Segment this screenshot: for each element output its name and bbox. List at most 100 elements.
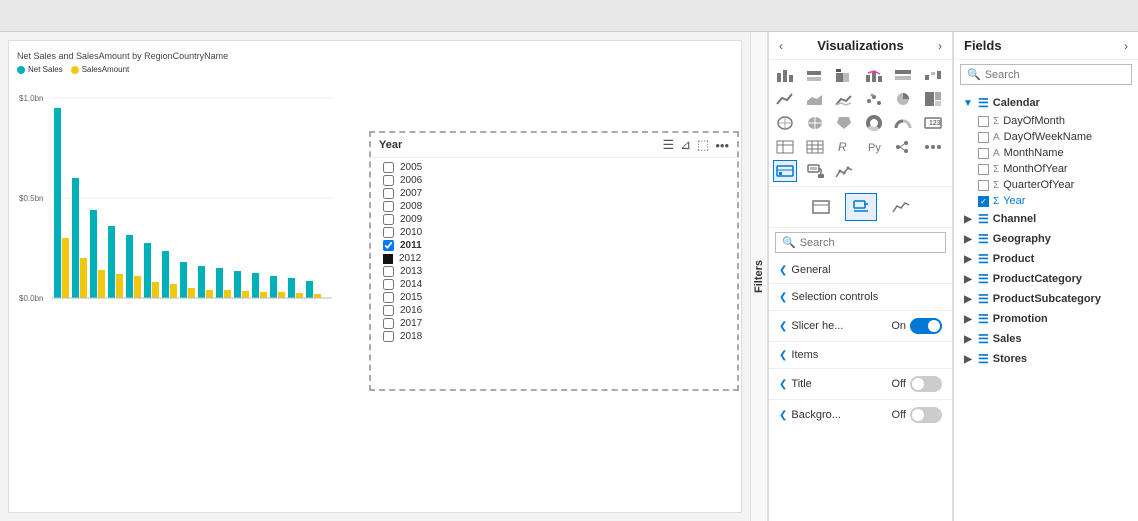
field-group-sales-header[interactable]: ▶ ☰ Sales: [954, 329, 1138, 349]
field-group-calendar-header[interactable]: ▼ ☰ Calendar: [954, 93, 1138, 113]
viz-panel-back-arrow[interactable]: ‹: [779, 39, 783, 53]
slicer-item-2016[interactable]: 2016: [383, 305, 725, 316]
viz-icon-treemap[interactable]: [921, 88, 945, 110]
field-group-productcategory-header[interactable]: ▶ ☰ ProductCategory: [954, 269, 1138, 289]
fields-panel-expand-icon[interactable]: ›: [1124, 39, 1128, 53]
slicer-checkbox-2011[interactable]: [383, 240, 394, 251]
field-group-stores: ▶ ☰ Stores: [954, 349, 1138, 369]
slicer-checkbox-2016[interactable]: [383, 305, 394, 316]
viz-icon-donut[interactable]: [862, 112, 886, 134]
slicer-checkbox-2005[interactable]: [383, 162, 394, 173]
sigma-year: Σ: [993, 196, 999, 207]
viz-icon-pie[interactable]: [891, 88, 915, 110]
checkbox-year[interactable]: ✓: [978, 196, 989, 207]
viz-icon-line-bar[interactable]: [862, 64, 886, 86]
checkbox-quarterofyear[interactable]: [978, 180, 989, 191]
field-item-quarterofyear[interactable]: Σ QuarterOfYear: [954, 177, 1138, 193]
slicer-more-icon[interactable]: •••: [715, 138, 729, 153]
viz-icon-paint-roller[interactable]: [803, 160, 827, 182]
slicer-item-2012[interactable]: 2012: [383, 253, 725, 264]
viz-tab-format[interactable]: [845, 193, 877, 221]
viz-icon-bar[interactable]: [773, 64, 797, 86]
viz-icon-ribbon[interactable]: [832, 88, 856, 110]
viz-icon-scatter[interactable]: [862, 88, 886, 110]
slicer-item-2014[interactable]: 2014: [383, 279, 725, 290]
field-item-monthname[interactable]: A MonthName: [954, 145, 1138, 161]
field-group-channel-header[interactable]: ▶ ☰ Channel: [954, 209, 1138, 229]
background-toggle[interactable]: [910, 407, 942, 423]
viz-icon-table[interactable]: [773, 136, 797, 158]
format-items-row[interactable]: ❮ Items: [769, 344, 952, 366]
slicer-checkbox-2018[interactable]: [383, 331, 394, 342]
viz-icon-area[interactable]: [803, 88, 827, 110]
slicer-checkbox-2010[interactable]: [383, 227, 394, 238]
format-background-row[interactable]: ❮ Backgro... Off: [769, 402, 952, 428]
viz-icon-line[interactable]: [773, 88, 797, 110]
slicer-item-2018[interactable]: 2018: [383, 331, 725, 342]
format-general-row[interactable]: ❮ General: [769, 259, 952, 281]
format-title-row[interactable]: ❮ Title Off: [769, 371, 952, 397]
checkbox-monthname[interactable]: [978, 148, 989, 159]
checkbox-dayofmonth[interactable]: [978, 116, 989, 127]
slicer-checkbox-2017[interactable]: [383, 318, 394, 329]
field-item-monthofyear[interactable]: Σ MonthOfYear: [954, 161, 1138, 177]
slicer-checkbox-2015[interactable]: [383, 292, 394, 303]
viz-tab-fields[interactable]: [805, 193, 837, 221]
checkbox-monthofyear[interactable]: [978, 164, 989, 175]
title-toggle[interactable]: [910, 376, 942, 392]
slicer-checkbox-2006[interactable]: [383, 175, 394, 186]
viz-icon-gauge[interactable]: [891, 112, 915, 134]
slicer-item-2011[interactable]: 2011: [383, 240, 725, 251]
slicer-header-toggle[interactable]: [910, 318, 942, 334]
slicer-item-2015[interactable]: 2015: [383, 292, 725, 303]
slicer-filter-icon[interactable]: ⊿: [680, 137, 691, 153]
viz-icon-matrix[interactable]: [803, 136, 827, 158]
filters-panel[interactable]: Filters: [750, 32, 768, 521]
field-group-productsubcategory-header[interactable]: ▶ ☰ ProductSubcategory: [954, 289, 1138, 309]
slicer-checkbox-2014[interactable]: [383, 279, 394, 290]
viz-icon-100pct-bar[interactable]: [891, 64, 915, 86]
svg-text:$0.5bn: $0.5bn: [19, 194, 43, 203]
viz-icon-analytics[interactable]: [832, 160, 856, 182]
format-selection-row[interactable]: ❮ Selection controls: [769, 286, 952, 308]
viz-icon-slicer[interactable]: [773, 160, 797, 182]
slicer-checkbox-2013[interactable]: [383, 266, 394, 277]
viz-icon-more[interactable]: [921, 136, 945, 158]
slicer-item-2008[interactable]: 2008: [383, 201, 725, 212]
viz-icon-column[interactable]: [803, 64, 827, 86]
viz-icon-stacked-bar[interactable]: [832, 64, 856, 86]
slicer-item-2007[interactable]: 2007: [383, 188, 725, 199]
viz-icon-shape-map[interactable]: [832, 112, 856, 134]
fields-search-input[interactable]: [985, 69, 1127, 81]
field-group-stores-header[interactable]: ▶ ☰ Stores: [954, 349, 1138, 369]
slicer-item-2005[interactable]: 2005: [383, 162, 725, 173]
viz-icon-card[interactable]: 123: [921, 112, 945, 134]
field-group-geography-header[interactable]: ▶ ☰ Geography: [954, 229, 1138, 249]
slicer-checkbox-2007[interactable]: [383, 188, 394, 199]
field-group-product-header[interactable]: ▶ ☰ Product: [954, 249, 1138, 269]
format-slicer-header-row[interactable]: ❮ Slicer he... On: [769, 313, 952, 339]
viz-tab-analytics[interactable]: [885, 193, 917, 221]
viz-icon-waterfall[interactable]: [921, 64, 945, 86]
viz-search-input[interactable]: [800, 237, 942, 249]
checkbox-dayofweekname[interactable]: [978, 132, 989, 143]
field-item-year[interactable]: ✓ Σ Year: [954, 193, 1138, 209]
slicer-item-2013[interactable]: 2013: [383, 266, 725, 277]
viz-icon-r-script[interactable]: R: [832, 136, 856, 158]
slicer-checkbox-2008[interactable]: [383, 201, 394, 212]
field-item-dayofweekname[interactable]: A DayOfWeekName: [954, 129, 1138, 145]
slicer-item-2006[interactable]: 2006: [383, 175, 725, 186]
viz-panel-forward-arrow[interactable]: ›: [938, 39, 942, 53]
viz-icon-decomp-tree[interactable]: [891, 136, 915, 158]
field-item-dayofmonth[interactable]: Σ DayOfMonth: [954, 113, 1138, 129]
slicer-expand-icon[interactable]: ⬚: [697, 137, 709, 153]
slicer-menu-icon[interactable]: ☰: [662, 137, 674, 153]
slicer-checkbox-2009[interactable]: [383, 214, 394, 225]
slicer-item-2017[interactable]: 2017: [383, 318, 725, 329]
viz-icon-filled-map[interactable]: [803, 112, 827, 134]
slicer-item-2009[interactable]: 2009: [383, 214, 725, 225]
field-group-promotion-header[interactable]: ▶ ☰ Promotion: [954, 309, 1138, 329]
slicer-item-2010[interactable]: 2010: [383, 227, 725, 238]
viz-icon-python[interactable]: Py: [862, 136, 886, 158]
viz-icon-map[interactable]: [773, 112, 797, 134]
